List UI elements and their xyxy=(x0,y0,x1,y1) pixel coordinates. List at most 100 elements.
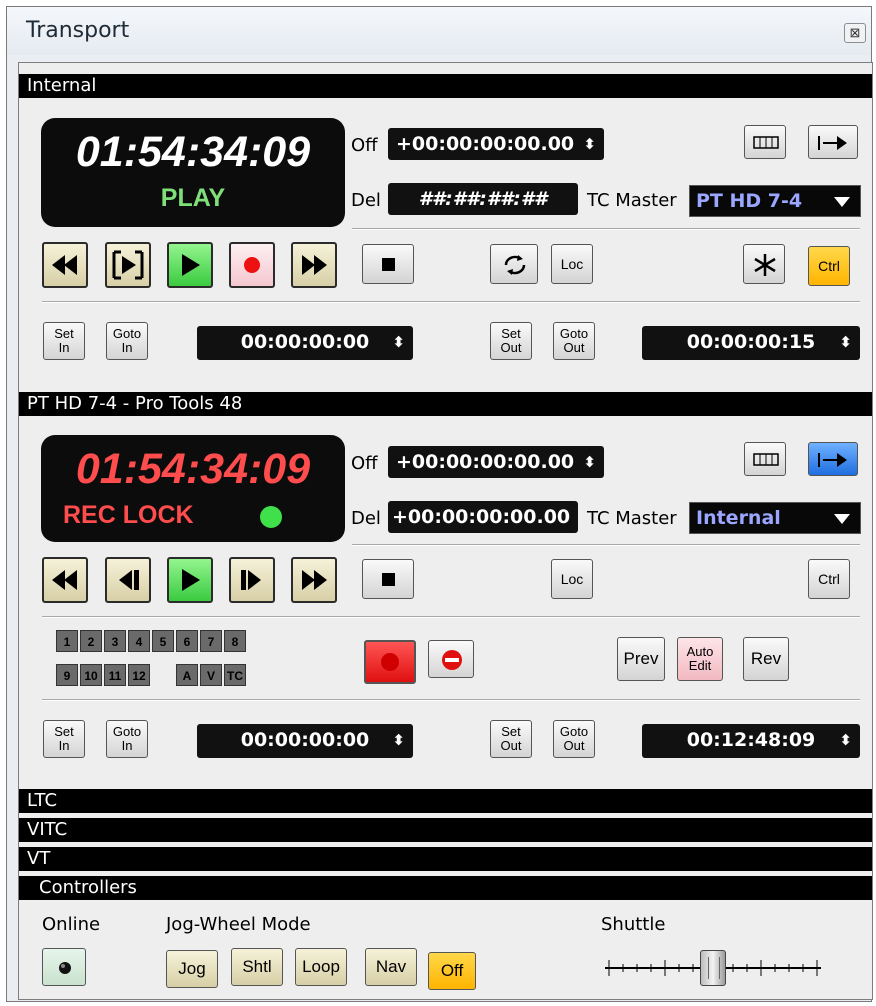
device-delay-field[interactable]: +00:00:00:00.00 xyxy=(388,501,578,533)
shuttle-mode-button[interactable]: Shtl xyxy=(231,948,283,986)
internal-goto-out-button[interactable]: Goto Out xyxy=(553,322,595,360)
track-arm-3[interactable]: 3 xyxy=(104,630,126,652)
auto-edit-button[interactable]: Auto Edit xyxy=(677,637,723,681)
fast-forward-button[interactable] xyxy=(291,242,337,288)
jog-wheel-mode-label: Jog-Wheel Mode xyxy=(166,914,311,935)
set-label: Set xyxy=(54,326,74,341)
loop-button[interactable] xyxy=(490,244,538,284)
stop-icon xyxy=(382,258,395,271)
track-arm-5[interactable]: 5 xyxy=(152,630,174,652)
divider xyxy=(42,699,860,701)
internal-in-point-field[interactable]: 00:00:00:00 ⬍ xyxy=(197,326,413,360)
internal-ctrl-button[interactable]: Ctrl xyxy=(808,246,850,286)
device-in-point-field[interactable]: 00:00:00:00 ⬍ xyxy=(197,724,413,758)
internal-tc-master-label: TC Master xyxy=(587,190,677,211)
record-button[interactable] xyxy=(229,242,275,288)
device-fast-forward-button[interactable] xyxy=(291,557,337,603)
step-forward-button[interactable] xyxy=(229,557,275,603)
section-header-vitc[interactable]: VITC xyxy=(19,818,872,842)
track-arm-9[interactable]: 9 xyxy=(56,664,78,686)
shuttle-slider[interactable] xyxy=(603,944,823,988)
track-arm-8[interactable]: 8 xyxy=(224,630,246,652)
track-arm-tc[interactable]: TC xyxy=(224,664,246,686)
spinner-icon[interactable]: ⬍ xyxy=(392,724,405,756)
track-arm-7[interactable]: 7 xyxy=(200,630,222,652)
record-arm-button[interactable] xyxy=(364,640,416,684)
track-arm-4[interactable]: 4 xyxy=(128,630,150,652)
internal-out-point-field[interactable]: 00:00:00:15 ⬍ xyxy=(642,326,860,360)
track-arm-6[interactable]: 6 xyxy=(176,630,198,652)
chase-button[interactable] xyxy=(808,125,858,159)
stop-icon xyxy=(382,573,395,586)
internal-set-out-button[interactable]: Set Out xyxy=(490,322,532,360)
device-stop-button[interactable] xyxy=(362,559,414,599)
off-mode-button[interactable]: Off xyxy=(428,952,476,990)
play-button[interactable] xyxy=(167,242,213,288)
loop-mode-button[interactable]: Loop xyxy=(295,948,347,986)
track-arm-2[interactable]: 2 xyxy=(80,630,102,652)
freeze-button[interactable] xyxy=(743,244,785,284)
device-ruler-button[interactable] xyxy=(744,442,786,476)
prev-button[interactable]: Prev xyxy=(617,637,665,681)
rewind-button[interactable] xyxy=(42,242,88,288)
device-play-button[interactable] xyxy=(167,557,213,603)
edit-label: Edit xyxy=(688,658,712,673)
track-arm-a[interactable]: A xyxy=(176,664,198,686)
spinner-icon[interactable]: ⬍ xyxy=(839,326,852,358)
spinner-icon[interactable]: ⬍ xyxy=(583,128,596,160)
window-title: Transport xyxy=(26,18,130,43)
track-arm-11[interactable]: 11 xyxy=(104,664,126,686)
goto-label: Goto xyxy=(112,724,142,739)
record-disable-button[interactable] xyxy=(428,640,474,678)
device-goto-in-button[interactable]: Goto In xyxy=(106,720,148,758)
divider xyxy=(352,544,860,546)
section-header-controllers[interactable]: Controllers xyxy=(19,876,872,900)
device-set-out-button[interactable]: Set Out xyxy=(490,720,532,758)
stop-button[interactable] xyxy=(362,244,414,284)
internal-off-label: Off xyxy=(351,135,378,156)
online-toggle[interactable] xyxy=(42,948,86,986)
internal-tc-master-select[interactable]: PT HD 7-4 xyxy=(689,185,861,217)
device-offset-field[interactable]: +00:00:00:00.00 ⬍ xyxy=(388,446,604,478)
spinner-icon[interactable]: ⬍ xyxy=(583,446,596,478)
track-arm-v[interactable]: V xyxy=(200,664,222,686)
track-arm-1[interactable]: 1 xyxy=(56,630,78,652)
internal-offset-field[interactable]: +00:00:00:00.00 ⬍ xyxy=(388,128,604,160)
device-ctrl-button[interactable]: Ctrl xyxy=(808,559,850,599)
track-arm-10[interactable]: 10 xyxy=(80,664,102,686)
close-icon[interactable]: ⊠ xyxy=(844,23,866,43)
track-arm-12[interactable]: 12 xyxy=(128,664,150,686)
device-loc-button[interactable]: Loc xyxy=(551,559,593,599)
jog-mode-button[interactable]: Jog xyxy=(166,950,218,988)
rev-button[interactable]: Rev xyxy=(743,637,789,681)
spinner-icon[interactable]: ⬍ xyxy=(839,724,852,756)
loop-icon xyxy=(504,255,526,275)
device-rewind-button[interactable] xyxy=(42,557,88,603)
internal-loc-button[interactable]: Loc xyxy=(551,244,593,284)
section-header-vt[interactable]: VT xyxy=(19,847,872,871)
internal-goto-in-button[interactable]: Goto In xyxy=(106,322,148,360)
device-chase-button[interactable] xyxy=(808,442,858,476)
device-tc-master-select[interactable]: Internal xyxy=(689,502,861,534)
device-goto-out-button[interactable]: Goto Out xyxy=(553,720,595,758)
timeline-ruler-button[interactable] xyxy=(744,125,786,159)
section-header-ltc[interactable]: LTC xyxy=(19,789,872,813)
device-tc-master-value: Internal xyxy=(696,507,781,529)
no-entry-icon xyxy=(442,650,462,670)
internal-delay-field[interactable]: ##:##:##:## xyxy=(388,183,578,215)
in-label: In xyxy=(58,340,70,355)
device-set-in-button[interactable]: Set In xyxy=(43,720,85,758)
divider xyxy=(42,301,860,303)
out-label: Out xyxy=(563,738,585,753)
internal-set-in-button[interactable]: Set In xyxy=(43,322,85,360)
spinner-icon[interactable]: ⬍ xyxy=(392,326,405,358)
device-in-value: 00:00:00:00 xyxy=(240,729,370,751)
loop-play-button[interactable] xyxy=(105,242,151,288)
play-icon xyxy=(182,569,200,591)
nav-mode-button[interactable]: Nav xyxy=(365,948,417,986)
device-out-point-field[interactable]: 00:12:48:09 ⬍ xyxy=(642,724,860,758)
internal-timecode-display: 01:54:34:09 PLAY xyxy=(41,118,345,227)
record-icon xyxy=(381,653,399,671)
step-back-button[interactable] xyxy=(105,557,151,603)
shuttle-thumb[interactable] xyxy=(700,950,726,986)
